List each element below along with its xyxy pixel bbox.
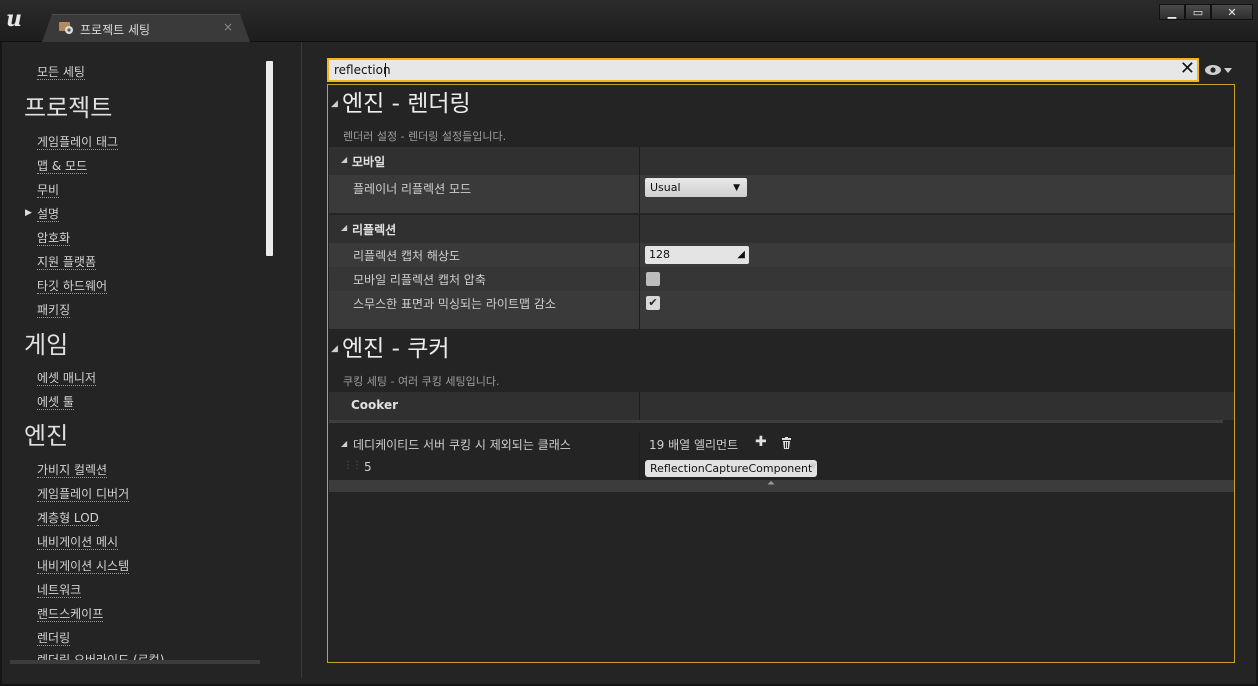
chevron-down-icon: ▼ bbox=[733, 183, 740, 193]
property-label: 리플렉션 캡처 해상도 bbox=[353, 249, 460, 263]
reflection-capture-resolution-field[interactable]: 128 ◢ bbox=[645, 246, 749, 264]
column-divider bbox=[639, 392, 640, 420]
sidebar-section-game: 게임 bbox=[24, 331, 69, 359]
view-options-eye-icon[interactable] bbox=[1204, 63, 1234, 77]
project-settings-window: 모든 세팅 프로젝트 게임플레이 태그 맵 & 모드 무비 ▶ 설명 암호화 지… bbox=[2, 42, 1256, 684]
details-panel: ◢ 엔진 - 렌더링 렌더러 설정 - 렌더링 설정들입니다. ◢ 모바일 플레… bbox=[327, 84, 1235, 663]
sidebar-item-movies[interactable]: 무비 bbox=[37, 183, 60, 198]
section-divider bbox=[329, 420, 1223, 423]
sidebar-section-engine: 엔진 bbox=[24, 422, 69, 450]
delete-trash-icon[interactable] bbox=[781, 437, 792, 450]
sidebar-item-encryption[interactable]: 암호화 bbox=[37, 231, 71, 246]
column-divider bbox=[639, 432, 640, 480]
field-value: 128 bbox=[649, 248, 670, 261]
sidebar-item-maps-modes[interactable]: 맵 & 모드 bbox=[37, 159, 88, 174]
settings-sidebar: 모든 세팅 프로젝트 게임플레이 태그 맵 & 모드 무비 ▶ 설명 암호화 지… bbox=[2, 42, 274, 662]
reduce-lightmap-mixing-checkbox[interactable]: ✔ bbox=[646, 296, 660, 310]
close-button[interactable]: ✕ bbox=[1211, 4, 1253, 20]
collapse-triangle-icon[interactable]: ◢ bbox=[331, 99, 338, 109]
sidebar-item-navigation-mesh[interactable]: 내비게이션 메시 bbox=[37, 535, 119, 550]
drag-handle-icon[interactable]: ⋮⋮ bbox=[343, 460, 362, 471]
group-label: 모바일 bbox=[352, 155, 386, 169]
settings-gear-icon bbox=[59, 22, 73, 34]
collapse-up-icon: ⏶ bbox=[767, 478, 775, 489]
clear-search-icon[interactable]: ✕ bbox=[1180, 59, 1195, 79]
collapse-triangle-icon[interactable]: ◢ bbox=[341, 439, 347, 448]
tab-close-icon[interactable]: × bbox=[223, 20, 233, 34]
sidebar-item-hlod[interactable]: 계층형 LOD bbox=[37, 511, 99, 526]
group-label: Cooker bbox=[351, 398, 399, 412]
mobile-reflection-compression-checkbox[interactable] bbox=[646, 272, 660, 286]
category-description-cooker: 쿠킹 세팅 - 여러 쿠킹 세팅입니다. bbox=[343, 375, 500, 388]
collapse-triangle-icon: ◢ bbox=[341, 155, 348, 164]
sidebar-item-packaging[interactable]: 패키징 bbox=[37, 303, 71, 318]
unreal-logo-icon: u bbox=[6, 6, 22, 32]
sidebar-item-asset-manager[interactable]: 에셋 매니저 bbox=[37, 371, 97, 386]
maximize-button[interactable]: ▭ bbox=[1185, 4, 1211, 20]
sidebar-all-settings[interactable]: 모든 세팅 bbox=[37, 65, 85, 80]
tab-label: 프로젝트 세팅 bbox=[80, 23, 151, 37]
title-bar: u 프로젝트 세팅 × ▁ ▭ ✕ bbox=[0, 0, 1258, 42]
sidebar-horizontal-scrollbar[interactable] bbox=[10, 660, 260, 664]
add-element-icon[interactable]: ✚ bbox=[755, 434, 767, 450]
sidebar-item-gameplay-debugger[interactable]: 게임플레이 디버거 bbox=[37, 487, 130, 502]
sidebar-item-description[interactable]: 설명 bbox=[37, 207, 60, 222]
array-element-row: ⋮⋮ 5 ReflectionCaptureComponent ▼ bbox=[329, 456, 1234, 480]
property-label: 모바일 리플렉션 캡처 압축 bbox=[353, 273, 486, 287]
sidebar-item-landscape[interactable]: 랜드스케이프 bbox=[37, 607, 104, 622]
sidebar-item-rendering[interactable]: 렌더링 bbox=[37, 631, 71, 646]
property-label: 플레이너 리플렉션 모드 bbox=[353, 182, 472, 196]
property-row-excluded-classes: ◢ 데디케이티드 서버 쿠킹 시 제외되는 클래스 19 배열 엘리먼트 ✚ bbox=[329, 432, 1234, 456]
group-header-reflection[interactable]: ◢ 리플렉션 bbox=[329, 215, 1234, 243]
text-caret bbox=[385, 63, 386, 77]
collapse-triangle-icon[interactable]: ◢ bbox=[331, 344, 338, 354]
sidebar-item-supported-platforms[interactable]: 지원 플랫폼 bbox=[37, 255, 97, 270]
search-input[interactable]: reflection ✕ bbox=[327, 58, 1199, 82]
collapse-bar[interactable]: ⏶ bbox=[329, 478, 1234, 492]
selected-arrow-icon: ▶ bbox=[25, 208, 32, 218]
property-row-mobile-reflection-compression: 모바일 리플렉션 캡처 압축 bbox=[329, 267, 1234, 291]
class-picker-label: ReflectionCaptureComponent bbox=[650, 462, 813, 475]
resize-handle-icon[interactable]: ◢ bbox=[737, 246, 745, 264]
minimize-button[interactable]: ▁ bbox=[1159, 4, 1185, 20]
sidebar-item-network[interactable]: 네트워크 bbox=[37, 583, 82, 598]
sidebar-divider bbox=[301, 42, 302, 678]
collapse-triangle-icon: ◢ bbox=[341, 223, 348, 232]
category-description-rendering: 렌더러 설정 - 렌더링 설정들입니다. bbox=[343, 130, 507, 143]
sidebar-item-garbage-collection[interactable]: 가비지 컬렉션 bbox=[37, 463, 108, 478]
column-divider bbox=[639, 215, 640, 329]
array-element-count: 19 배열 엘리먼트 bbox=[649, 438, 739, 452]
sidebar-item-asset-tools[interactable]: 에셋 툴 bbox=[37, 395, 74, 410]
category-title-cooker: 엔진 - 쿠커 bbox=[342, 336, 450, 362]
chevron-down-icon[interactable]: ▼ bbox=[810, 462, 817, 472]
group-label: 리플렉션 bbox=[352, 223, 397, 237]
property-label: 스무스한 표면과 믹싱되는 라이트맵 감소 bbox=[353, 297, 556, 311]
column-divider bbox=[639, 147, 640, 213]
sidebar-item-gameplay-tags[interactable]: 게임플레이 태그 bbox=[37, 135, 119, 150]
group-header-cooker[interactable]: ◢ Cooker bbox=[329, 392, 1234, 420]
sidebar-item-navigation-system[interactable]: 내비게이션 시스템 bbox=[37, 559, 130, 574]
window-controls: ▁ ▭ ✕ bbox=[1159, 4, 1253, 20]
array-element-index: 5 bbox=[364, 460, 372, 474]
sidebar-section-project: 프로젝트 bbox=[24, 94, 113, 122]
category-title-rendering: 엔진 - 렌더링 bbox=[342, 91, 471, 117]
sidebar-item-target-hardware[interactable]: 타깃 하드웨어 bbox=[37, 279, 108, 294]
class-picker-value[interactable]: ReflectionCaptureComponent bbox=[645, 460, 818, 477]
property-row-reflection-capture-resolution: 리플렉션 캡처 해상도 128 ◢ bbox=[329, 243, 1234, 267]
sidebar-scrollbar[interactable] bbox=[266, 61, 273, 256]
tab-project-settings[interactable]: 프로젝트 세팅 × bbox=[42, 14, 250, 42]
search-input-value: reflection bbox=[334, 63, 391, 77]
property-row-reduce-lightmap-mixing: 스무스한 표면과 믹싱되는 라이트맵 감소 ✔ bbox=[329, 291, 1234, 329]
dropdown-value: Usual bbox=[650, 181, 681, 194]
planar-reflection-mode-dropdown[interactable]: Usual ▼ bbox=[645, 178, 747, 197]
property-row-planar-reflection-mode: 플레이너 리플렉션 모드 Usual ▼ bbox=[329, 175, 1234, 213]
group-header-mobile[interactable]: ◢ 모바일 bbox=[329, 147, 1234, 175]
property-label: 데디케이티드 서버 쿠킹 시 제외되는 클래스 bbox=[353, 438, 571, 452]
